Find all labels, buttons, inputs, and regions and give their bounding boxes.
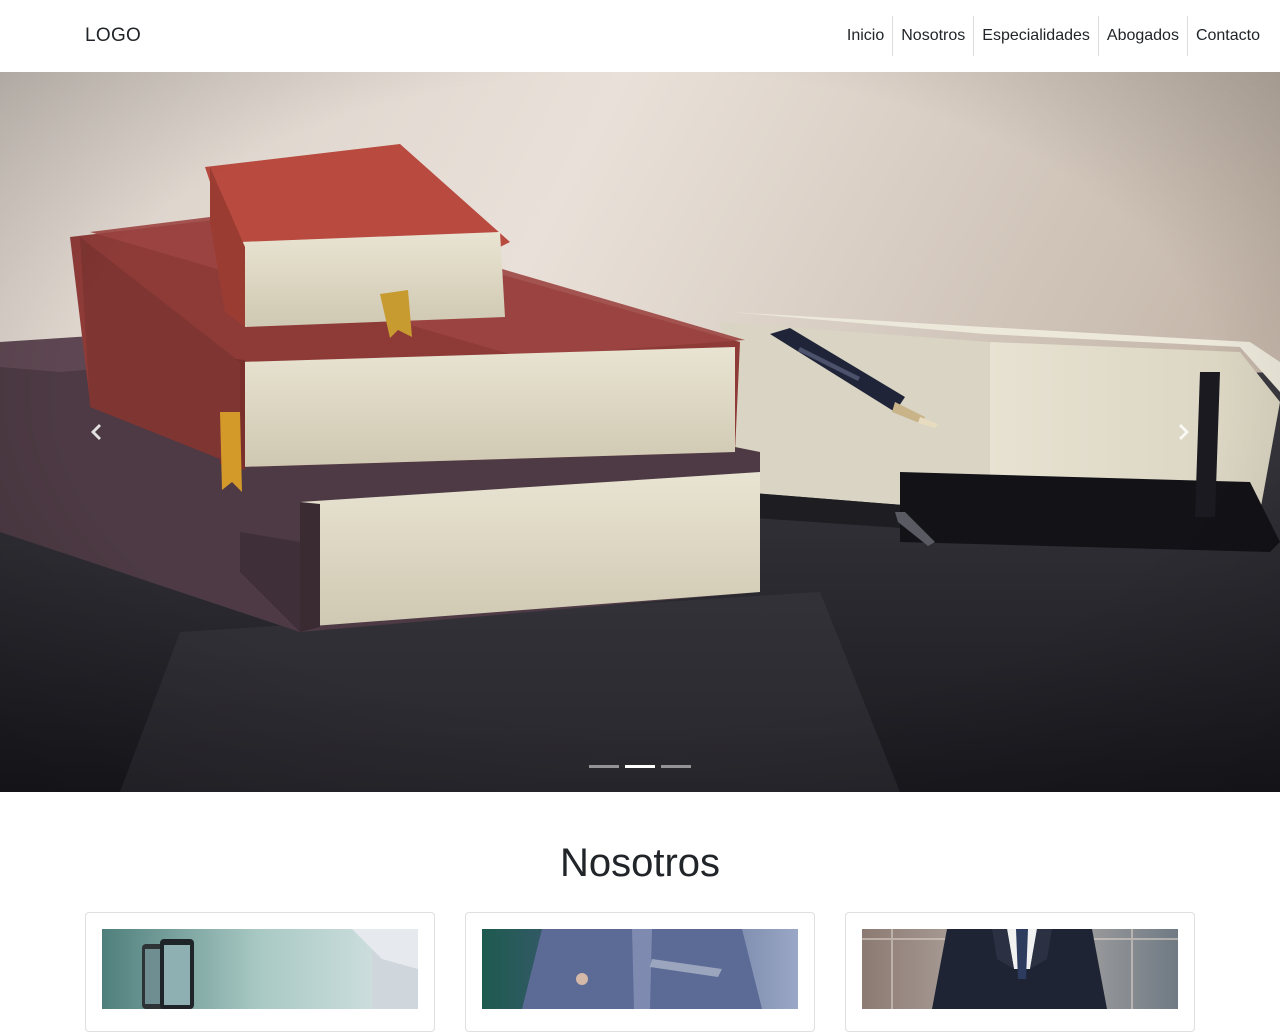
nav-item-contacto[interactable]: Contacto <box>1186 16 1268 56</box>
carousel-indicator-1[interactable] <box>589 765 619 768</box>
nav-item-especialidades[interactable]: Especialidades <box>973 16 1098 56</box>
card-image-businessman-suit <box>862 929 1178 1009</box>
chevron-right-icon <box>1179 424 1189 440</box>
carousel-indicator-3[interactable] <box>661 765 691 768</box>
carousel-indicators <box>0 765 1280 768</box>
chevron-left-icon <box>91 424 101 440</box>
section-title-nosotros: Nosotros <box>559 841 721 885</box>
nav-item-nosotros[interactable]: Nosotros <box>892 16 973 56</box>
carousel-indicator-2[interactable] <box>625 765 655 768</box>
nav-item-abogados[interactable]: Abogados <box>1097 16 1187 56</box>
hero-carousel <box>0 72 1280 792</box>
nav-menu: Inicio Nosotros Especialidades Abogados … <box>839 16 1268 56</box>
navbar: LOGO Inicio Nosotros Especialidades Abog… <box>0 0 1280 72</box>
about-card <box>845 912 1195 1032</box>
carousel-next-button[interactable] <box>1088 72 1280 792</box>
about-cards <box>85 912 1195 1032</box>
card-image-smartphones <box>102 929 418 1009</box>
card-image-person-shirt <box>482 929 798 1009</box>
about-card <box>465 912 815 1032</box>
carousel-prev-button[interactable] <box>0 72 192 792</box>
about-card <box>85 912 435 1032</box>
nav-item-inicio[interactable]: Inicio <box>839 16 892 56</box>
logo[interactable]: LOGO <box>85 24 141 48</box>
